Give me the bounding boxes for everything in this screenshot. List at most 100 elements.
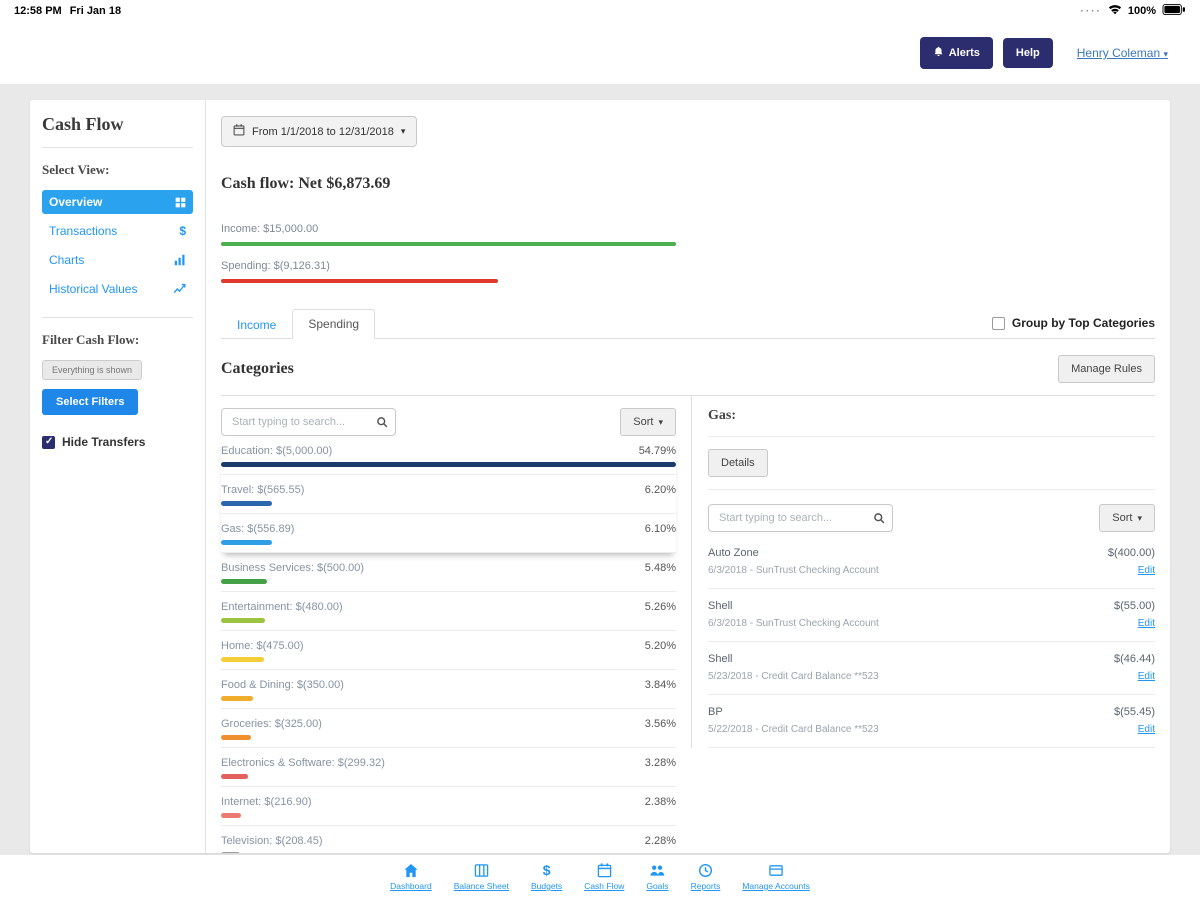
- nav-item-budgets[interactable]: $ Budgets: [531, 862, 562, 891]
- transaction-edit-link[interactable]: Edit: [1138, 724, 1155, 735]
- transaction-row: BP 5/22/2018 - Credit Card Balance **523…: [708, 695, 1155, 748]
- filter-status-chip[interactable]: Everything is shown: [42, 360, 142, 380]
- select-filters-button[interactable]: Select Filters: [42, 389, 138, 415]
- alerts-label: Alerts: [949, 47, 980, 59]
- grid-icon: [175, 197, 186, 208]
- category-percent: 2.38%: [645, 796, 676, 808]
- tab-spending[interactable]: Spending: [292, 309, 375, 339]
- nav-item-balance-sheet[interactable]: Balance Sheet: [454, 862, 509, 891]
- nav-item-reports[interactable]: Reports: [691, 862, 721, 891]
- transaction-amount: $(55.45): [1114, 706, 1155, 718]
- battery-icon: [1162, 4, 1186, 18]
- category-percent: 6.10%: [645, 523, 676, 535]
- sidebar-item-label: Historical Values: [49, 282, 137, 296]
- nav-item-goals[interactable]: Goals: [646, 862, 668, 891]
- transaction-name: Shell: [708, 653, 879, 665]
- transaction-sort-button[interactable]: Sort ▾: [1099, 504, 1155, 532]
- transaction-search: [708, 504, 893, 532]
- cash-flow-calendar-icon: [597, 862, 612, 878]
- category-label: Internet: $(216.90): [221, 796, 312, 808]
- group-by-top-categories[interactable]: Group by Top Categories: [992, 316, 1155, 338]
- transaction-row: Auto Zone 6/3/2018 - SunTrust Checking A…: [708, 536, 1155, 589]
- group-by-checkbox[interactable]: [992, 317, 1005, 330]
- category-percent: 3.28%: [645, 757, 676, 769]
- category-label: Gas: $(556.89): [221, 523, 294, 535]
- category-row[interactable]: Education: $(5,000.00)54.79%: [221, 436, 676, 475]
- transaction-name: BP: [708, 706, 879, 718]
- category-label: Food & Dining: $(350.00): [221, 679, 344, 691]
- nav-item-dashboard[interactable]: Dashboard: [390, 862, 432, 891]
- sidebar-item-label: Transactions: [49, 224, 117, 238]
- search-icon: [873, 511, 885, 529]
- category-row[interactable]: Television: $(208.45)2.28%: [221, 826, 676, 853]
- category-row[interactable]: Groceries: $(325.00)3.56%: [221, 709, 676, 748]
- category-search-input[interactable]: [221, 408, 396, 436]
- sidebar-item-historical-values[interactable]: Historical Values: [42, 277, 193, 301]
- category-row[interactable]: Business Services: $(500.00)5.48%: [221, 553, 676, 592]
- category-row[interactable]: Gas: $(556.89) 6.10%: [221, 514, 676, 553]
- transaction-amount: $(55.00): [1114, 600, 1155, 612]
- date-range-button[interactable]: From 1/1/2018 to 12/31/2018 ▾: [221, 116, 417, 147]
- sidebar-item-charts[interactable]: Charts: [42, 248, 193, 272]
- category-row[interactable]: Food & Dining: $(350.00)3.84%: [221, 670, 676, 709]
- transaction-amount: $(400.00): [1108, 547, 1155, 559]
- transaction-row: Shell 6/3/2018 - SunTrust Checking Accou…: [708, 589, 1155, 642]
- income-bar: [221, 242, 676, 246]
- category-row[interactable]: Electronics & Software: $(299.32) 3.28%: [221, 748, 676, 787]
- category-bar: [221, 579, 267, 584]
- sidebar-item-overview[interactable]: Overview: [42, 190, 193, 214]
- transaction-edit-link[interactable]: Edit: [1138, 618, 1155, 629]
- transaction-edit-link[interactable]: Edit: [1138, 671, 1155, 682]
- group-by-label: Group by Top Categories: [1012, 316, 1155, 330]
- category-bar: [221, 501, 272, 506]
- category-label: Business Services: $(500.00): [221, 562, 364, 574]
- nav-item-manage-accounts[interactable]: Manage Accounts: [742, 862, 810, 891]
- category-bar: [221, 696, 253, 701]
- details-button[interactable]: Details: [708, 449, 768, 477]
- reports-icon: [698, 862, 713, 878]
- detail-title: Gas:: [708, 408, 1155, 437]
- calendar-icon: [233, 124, 245, 139]
- category-top-group: Education: $(5,000.00)54.79% Travel: $(5…: [221, 436, 676, 553]
- category-bar: [221, 462, 676, 467]
- category-bar: [221, 813, 241, 818]
- chevron-down-icon: ▾: [658, 418, 663, 427]
- category-row[interactable]: Internet: $(216.90) 2.38%: [221, 787, 676, 826]
- transaction-edit-link[interactable]: Edit: [1138, 565, 1155, 576]
- tab-income[interactable]: Income: [221, 310, 292, 339]
- nav-label: Balance Sheet: [454, 881, 509, 891]
- hide-transfers-row[interactable]: Hide Transfers: [42, 435, 193, 449]
- category-label: Travel: $(565.55): [221, 484, 304, 496]
- category-sort-button[interactable]: Sort ▾: [620, 408, 676, 436]
- category-row[interactable]: Home: $(475.00)5.20%: [221, 631, 676, 670]
- wifi-icon: [1108, 4, 1122, 18]
- category-row[interactable]: Entertainment: $(480.00)5.26%: [221, 592, 676, 631]
- category-label: Electronics & Software: $(299.32): [221, 757, 385, 769]
- sidebar-item-transactions[interactable]: Transactions $: [42, 219, 193, 243]
- net-cash-flow-heading: Cash flow: Net $6,873.69: [221, 175, 1155, 193]
- category-label: Education: $(5,000.00): [221, 445, 332, 457]
- sidebar: Cash Flow Select View: Overview Transact…: [30, 100, 206, 853]
- nav-label: Reports: [691, 881, 721, 891]
- chevron-down-icon: ▾: [1163, 49, 1168, 59]
- select-view-label: Select View:: [42, 162, 193, 178]
- category-percent: 6.20%: [645, 484, 676, 496]
- category-row[interactable]: Travel: $(565.55) 6.20%: [221, 475, 676, 514]
- categories-header: Categories Manage Rules: [221, 355, 1155, 396]
- help-button[interactable]: Help: [1003, 38, 1053, 68]
- category-label: Home: $(475.00): [221, 640, 304, 652]
- alerts-button[interactable]: Alerts: [920, 37, 993, 69]
- transaction-search-input[interactable]: [708, 504, 893, 532]
- status-date: Fri Jan 18: [70, 5, 121, 17]
- manage-rules-button[interactable]: Manage Rules: [1058, 355, 1155, 383]
- manage-accounts-icon: [768, 862, 784, 878]
- nav-item-cash-flow[interactable]: Cash Flow: [584, 862, 624, 891]
- hide-transfers-checkbox[interactable]: [42, 436, 55, 449]
- category-bar: [221, 735, 251, 740]
- date-range-label: From 1/1/2018 to 12/31/2018: [252, 126, 394, 138]
- income-summary: Income: $15,000.00: [221, 223, 676, 246]
- category-percent: 3.56%: [645, 718, 676, 730]
- user-menu[interactable]: Henry Coleman ▾: [1077, 46, 1168, 60]
- main-pane: From 1/1/2018 to 12/31/2018 ▾ Cash flow:…: [206, 100, 1170, 853]
- nav-label: Goals: [646, 881, 668, 891]
